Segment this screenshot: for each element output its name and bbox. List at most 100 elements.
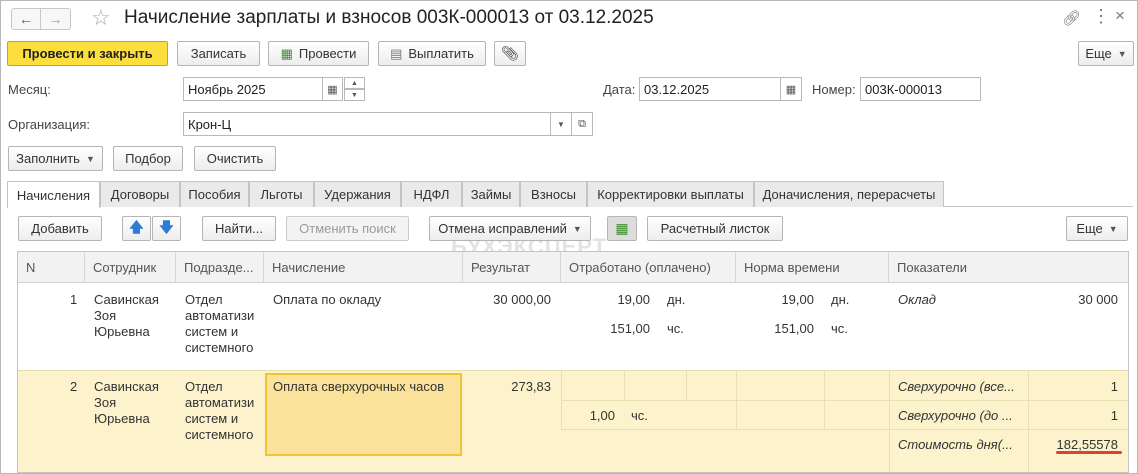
table-row-selected[interactable]: 2 Савинская Зоя Юрьевна Отдел автоматизи… (18, 370, 1128, 472)
month-label: Месяц: (8, 82, 51, 97)
attach-button[interactable]: 📎︎ (494, 41, 526, 66)
result-value: 30 000,00 (493, 292, 551, 307)
forward-button[interactable]: → (41, 8, 71, 30)
column-header-indicators[interactable]: Показатели (889, 252, 1128, 283)
accruals-table[interactable]: N Сотрудник Подразде... Начисление Резул… (17, 251, 1129, 473)
cell-divider (561, 400, 1128, 401)
cancel-corrections-button[interactable]: Отмена исправлений ▼ (429, 216, 591, 241)
employee-name-line: Юрьевна (94, 324, 150, 339)
more-button[interactable]: Еще ▼ (1078, 41, 1134, 66)
number-field[interactable]: 003К-000013 (860, 77, 981, 101)
arrow-right-icon: → (48, 11, 63, 27)
organization-label: Организация: (8, 117, 91, 132)
employee-name-line: Савинская (94, 292, 159, 307)
tab-deductions[interactable]: Удержания (314, 181, 401, 207)
add-row-button[interactable]: Добавить (18, 216, 102, 241)
column-header-result[interactable]: Результат (463, 252, 561, 283)
row-number: 1 (70, 292, 78, 307)
tab-loans[interactable]: Займы (462, 181, 520, 207)
tab-accruals[interactable]: Начисления (7, 181, 100, 208)
more-vertical-icon[interactable]: ⋮ (1092, 6, 1110, 27)
cell-divider (889, 371, 890, 472)
find-button[interactable]: Найти... (202, 216, 276, 241)
post-button[interactable]: ▦ Провести (268, 41, 369, 66)
move-up-button[interactable]: 🡅 (122, 216, 151, 241)
employee-name-line: Савинская (94, 379, 159, 394)
worked-days-unit: дн. (667, 292, 686, 307)
tab-additional-accruals[interactable]: Доначисления, перерасчеты (754, 181, 944, 207)
column-header-norm[interactable]: Норма времени (736, 252, 889, 283)
cancel-search-button[interactable]: Отменить поиск (286, 216, 409, 241)
column-header-department[interactable]: Подразде... (176, 252, 264, 283)
post-document-icon: ▦ (280, 45, 293, 61)
worked-hours-value: 151,00 (610, 321, 650, 336)
chevron-down-icon: ▼ (557, 119, 565, 129)
tab-payment-corrections[interactable]: Корректировки выплаты (587, 181, 754, 207)
tab-benefits[interactable]: Пособия (180, 181, 249, 207)
document-window: ← → ☆ Начисление зарплаты и взносов 003К… (0, 0, 1138, 474)
column-header-worked[interactable]: Отработано (оплачено) (561, 252, 736, 283)
cell-divider (686, 371, 687, 400)
column-header-n[interactable]: N (18, 252, 85, 283)
department-line: автоматизи (185, 395, 255, 410)
worked-hours-value: 1,00 (589, 408, 615, 423)
arrow-up-icon: 🡅 (129, 218, 144, 235)
indicator-name: Стоимость дня(... (898, 437, 1013, 452)
date-field[interactable]: 03.12.2025 (639, 77, 781, 101)
column-header-accrual[interactable]: Начисление (264, 252, 463, 283)
clear-button[interactable]: Очистить (194, 146, 276, 171)
cancel-search-label: Отменить поиск (299, 221, 396, 236)
department-line: Отдел (185, 292, 223, 307)
pay-button[interactable]: ▤ Выплатить (378, 41, 486, 66)
link-icon[interactable]: 🔗︎ (1062, 9, 1081, 27)
month-calendar-button[interactable]: ▦ (322, 77, 343, 101)
indicator-value: 1 (1110, 408, 1118, 423)
chevron-down-icon: ▼ (572, 223, 582, 234)
department-line: системного (185, 340, 254, 355)
month-down-button[interactable]: ▼ (344, 89, 365, 101)
table-row[interactable]: 1 Савинская Зоя Юрьевна Отдел автоматизи… (18, 283, 1128, 370)
norm-days-unit: дн. (831, 292, 850, 307)
chevron-down-icon: ▼ (1117, 48, 1127, 59)
fill-button[interactable]: Заполнить ▼ (8, 146, 103, 171)
column-header-employee[interactable]: Сотрудник (85, 252, 176, 283)
calendar-icon: ▦ (327, 83, 338, 96)
save-button[interactable]: Записать (177, 41, 260, 66)
post-and-close-button[interactable]: Провести и закрыть (7, 41, 168, 66)
arrow-left-icon: ← (19, 11, 33, 27)
move-down-button[interactable]: 🡇 (152, 216, 181, 241)
worked-hours-unit: чс. (631, 408, 648, 423)
payslip-button[interactable]: Расчетный листок (647, 216, 783, 241)
department-line: систем и (185, 411, 239, 426)
cancel-corrections-label: Отмена исправлений (438, 221, 567, 236)
paperclip-icon: 📎︎ (501, 45, 519, 61)
grid-more-button[interactable]: Еще ▼ (1066, 216, 1128, 241)
indicator-name: Сверхурочно (все... (898, 379, 1015, 394)
employee-name-line: Зоя (94, 395, 117, 410)
indicator-value: 1 (1110, 379, 1118, 394)
show-details-toggle[interactable]: ▦ (607, 216, 637, 241)
organization-dropdown-button[interactable]: ▼ (550, 112, 572, 136)
organization-field[interactable]: Крон-Ц (183, 112, 551, 136)
chevron-down-icon: ▼ (85, 153, 95, 164)
table-header: N Сотрудник Подразде... Начисление Резул… (18, 252, 1128, 283)
more-label: Еще (1085, 46, 1112, 61)
tab-ndfl[interactable]: НДФЛ (401, 181, 462, 207)
page-title: Начисление зарплаты и взносов 003К-00001… (124, 7, 654, 28)
back-button[interactable]: ← (11, 8, 41, 30)
tab-contributions[interactable]: Взносы (520, 181, 587, 207)
tab-contracts[interactable]: Договоры (100, 181, 180, 207)
close-icon[interactable]: × (1115, 6, 1125, 26)
month-field[interactable]: Ноябрь 2025 (183, 77, 323, 101)
fill-label: Заполнить (16, 151, 80, 166)
month-up-button[interactable]: ▲ (344, 77, 365, 89)
organization-open-button[interactable]: ⧉ (571, 112, 593, 136)
arrow-down-icon: 🡇 (159, 218, 174, 235)
worked-days-value: 19,00 (617, 292, 650, 307)
row-number: 2 (70, 379, 78, 394)
pick-button[interactable]: Подбор (113, 146, 183, 171)
tab-privileges[interactable]: Льготы (249, 181, 314, 207)
date-calendar-button[interactable]: ▦ (780, 77, 802, 101)
post-and-close-label: Провести и закрыть (22, 46, 153, 61)
star-icon[interactable]: ☆ (91, 6, 111, 30)
